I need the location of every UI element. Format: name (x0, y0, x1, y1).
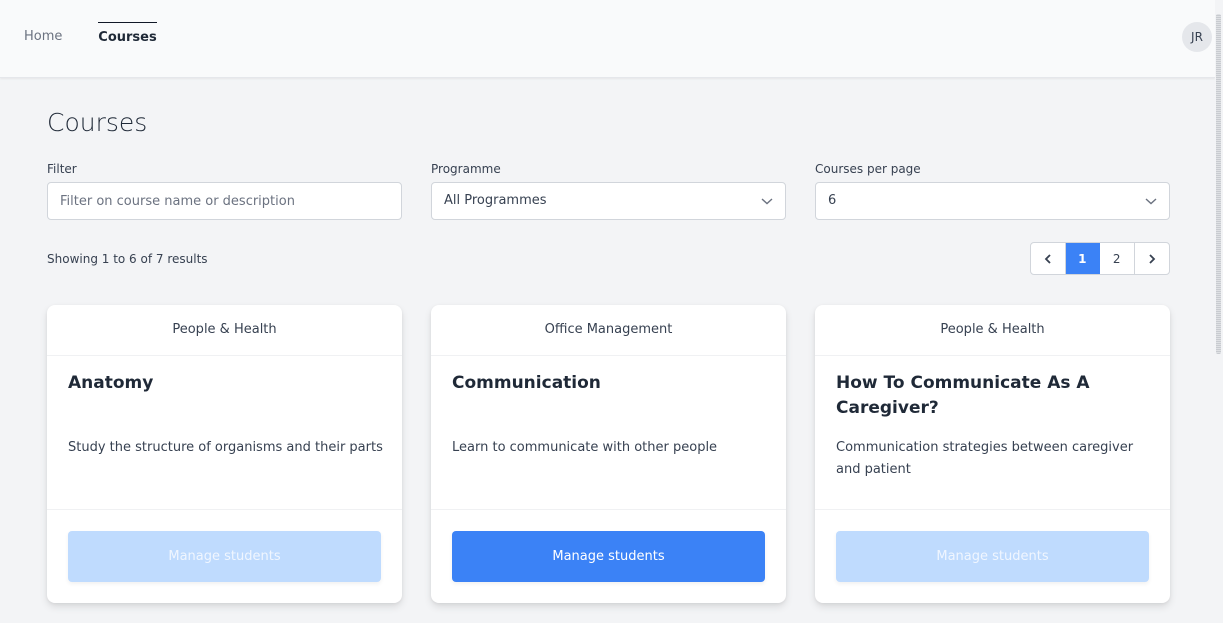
programme-select[interactable]: All Programmes (431, 182, 786, 220)
vertical-scrollbar[interactable] (1215, 0, 1223, 623)
course-card: Office Management Communication Learn to… (431, 305, 786, 603)
course-title: Communication (452, 373, 601, 393)
card-divider (815, 509, 1170, 510)
per-page-select[interactable]: 6 (815, 182, 1170, 220)
filter-input[interactable] (60, 183, 389, 219)
filter-input-wrapper (47, 182, 402, 220)
course-programme: People & Health (47, 305, 402, 356)
course-card: People & Health How To Communicate As A … (815, 305, 1170, 603)
pagination-page-2[interactable]: 2 (1100, 243, 1135, 274)
chevron-down-icon (761, 198, 773, 205)
course-description: Learn to communicate with other people (452, 440, 718, 455)
pagination-page-1[interactable]: 1 (1065, 243, 1100, 274)
pagination: 1 2 (1030, 242, 1170, 275)
chevron-down-icon (1145, 198, 1157, 205)
pagination-prev-button[interactable] (1031, 243, 1066, 274)
per-page-label: Courses per page (815, 162, 921, 176)
card-divider (47, 509, 402, 510)
chevron-right-icon (1149, 253, 1156, 264)
nav-home-link[interactable]: Home (24, 22, 62, 56)
course-card: People & Health Anatomy Study the struct… (47, 305, 402, 603)
filter-label: Filter (47, 162, 77, 176)
course-description: Study the structure of organisms and the… (68, 440, 383, 455)
programme-selected-value: All Programmes (444, 193, 547, 208)
chevron-left-icon (1044, 253, 1051, 264)
top-navbar: Home Courses JR (0, 0, 1215, 78)
nav-courses-link[interactable]: Courses (98, 22, 157, 56)
course-title: How To Communicate As A Caregiver? (836, 373, 1090, 418)
pagination-next-button[interactable] (1135, 243, 1169, 274)
user-avatar[interactable]: JR (1182, 22, 1212, 52)
programme-label: Programme (431, 162, 501, 176)
course-description: Communication strategies between caregiv… (836, 440, 1134, 477)
manage-students-button[interactable]: Manage students (452, 531, 765, 582)
manage-students-button[interactable]: Manage students (68, 531, 381, 582)
card-divider (431, 509, 786, 510)
manage-students-button[interactable]: Manage students (836, 531, 1149, 582)
course-programme: People & Health (815, 305, 1170, 356)
course-programme: Office Management (431, 305, 786, 356)
scrollbar-thumb[interactable] (1216, 14, 1221, 354)
course-title: Anatomy (68, 373, 154, 393)
results-summary: Showing 1 to 6 of 7 results (47, 252, 208, 266)
page-title: Courses (47, 108, 148, 137)
per-page-selected-value: 6 (828, 193, 837, 208)
